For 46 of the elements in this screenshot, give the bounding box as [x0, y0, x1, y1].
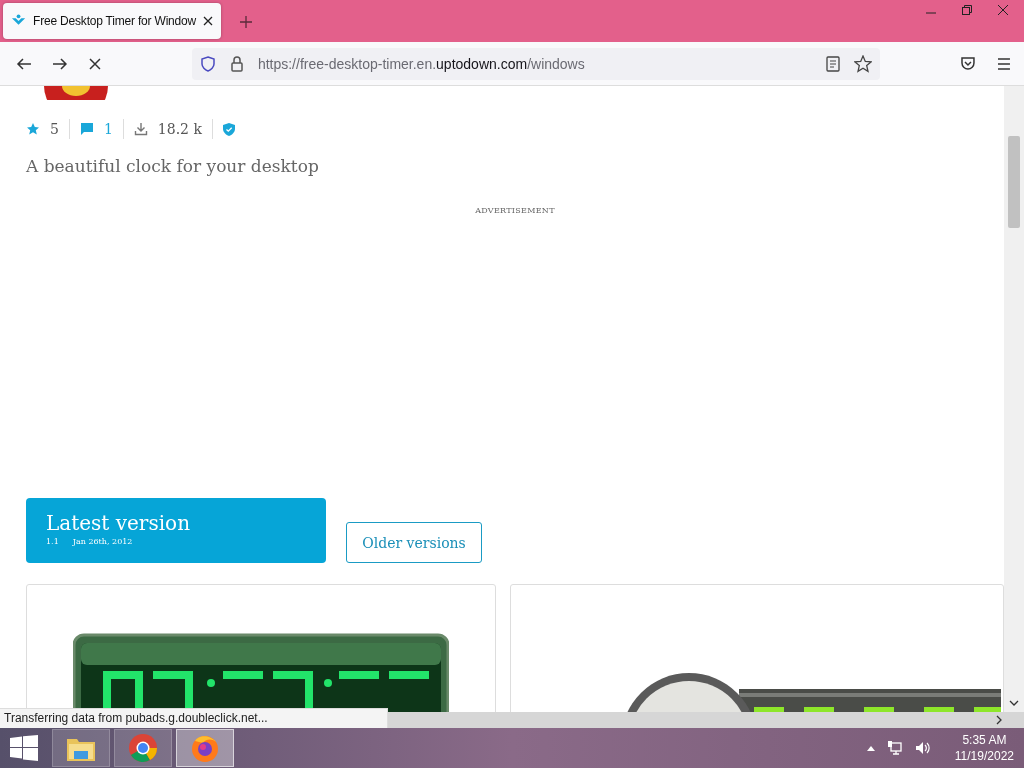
browser-ring-icon	[128, 733, 158, 763]
taskbar-app[interactable]	[52, 729, 110, 767]
app-tagline: A beautiful clock for your desktop	[26, 156, 320, 176]
stat-value: 1	[103, 121, 113, 137]
volume-icon[interactable]	[914, 740, 931, 756]
show-hidden-icons-icon[interactable]	[866, 745, 875, 751]
stat-value: 5	[50, 121, 59, 137]
scrollbar-thumb[interactable]	[1008, 136, 1020, 228]
taskbar-app[interactable]	[176, 729, 234, 767]
forward-icon[interactable]	[51, 55, 68, 72]
close-icon[interactable]	[998, 5, 1008, 15]
version-number: 1.1	[46, 537, 59, 546]
release-date: Jan 26th, 2012	[72, 537, 133, 546]
ad-label: ADVERTISEMENT	[475, 206, 555, 215]
close-tab-icon[interactable]	[203, 16, 213, 26]
taskbar-app[interactable]	[114, 729, 172, 767]
menu-icon[interactable]	[996, 55, 1012, 72]
scroll-down-icon[interactable]	[1009, 700, 1019, 706]
restore-icon[interactable]	[962, 5, 972, 15]
vertical-scrollbar[interactable]	[1004, 86, 1024, 712]
tab-title: Free Desktop Timer for Window	[33, 14, 196, 28]
scroll-right-icon[interactable]	[996, 715, 1002, 725]
older-versions-button[interactable]: Older versions	[346, 522, 482, 563]
comment-icon	[79, 122, 94, 136]
star-icon	[26, 122, 40, 136]
fox-globe-icon	[190, 733, 220, 763]
horizontal-scrollbar[interactable]	[388, 712, 1024, 728]
clock-date[interactable]: 11/19/2022	[954, 748, 1014, 764]
browser-tab[interactable]: Free Desktop Timer for Window	[3, 3, 221, 39]
latest-version-title: Latest version	[46, 511, 191, 535]
lock-icon	[229, 55, 244, 72]
pocket-icon[interactable]	[960, 55, 977, 72]
network-icon[interactable]	[886, 740, 903, 756]
stop-icon[interactable]	[87, 56, 102, 71]
reader-view-icon[interactable]	[826, 55, 841, 72]
download-icon	[133, 122, 148, 136]
stat-value: 18.2 k	[157, 121, 202, 137]
address-bar[interactable]: https://free-desktop-timer.en.uptodown.com/windows	[191, 47, 881, 80]
url-text: https://free-desktop-timer.en.uptodown.com/windows	[257, 55, 585, 72]
clock-time[interactable]: 5:35 AM	[962, 732, 1007, 748]
shield-icon	[199, 55, 216, 72]
verified-shield-icon	[222, 122, 235, 136]
bookmark-star-icon[interactable]	[854, 54, 873, 73]
status-bar-text: Transferring data from pubads.g.doubleclick.net...	[0, 708, 388, 728]
new-tab-icon[interactable]	[239, 15, 253, 29]
windows-start-icon[interactable]	[10, 735, 38, 761]
